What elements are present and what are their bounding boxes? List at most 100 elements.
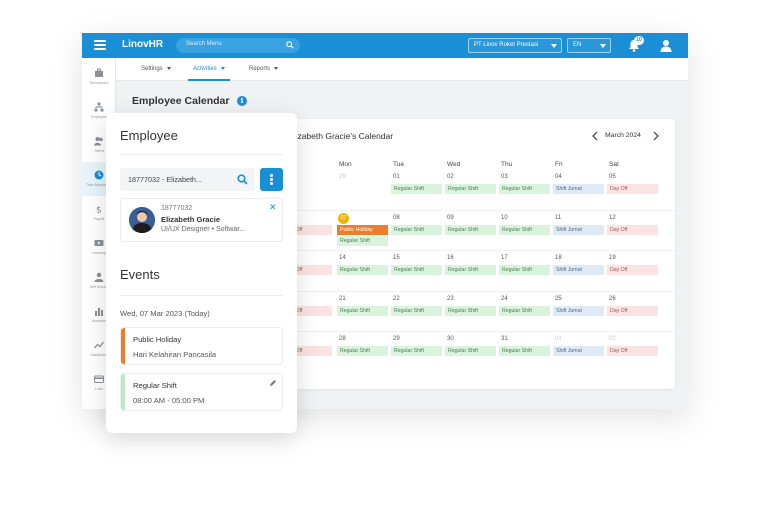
day-number[interactable]: 25 — [555, 296, 562, 302]
employee-heading: Employee — [120, 128, 178, 143]
day-number[interactable]: 01 — [393, 174, 400, 180]
shift-chip[interactable]: Regular Shift — [499, 184, 550, 194]
shift-chip[interactable]: Regular Shift — [391, 265, 442, 275]
weekday-header: Thu — [501, 161, 513, 168]
shift-chip[interactable]: Shift Jumat — [553, 346, 604, 356]
shift-chip[interactable]: Regular Shift — [499, 265, 550, 275]
shift-chip[interactable]: Regular Shift — [391, 184, 442, 194]
shift-chip[interactable]: Regular Shift — [499, 346, 550, 356]
shift-chip[interactable]: Regular Shift — [391, 346, 442, 356]
weekday-header: Sat — [609, 161, 619, 168]
shift-chip[interactable]: Day Off — [607, 265, 658, 275]
day-number[interactable]: 09 — [447, 215, 454, 221]
shift-chip[interactable]: Public Holiday — [337, 225, 388, 235]
search-placeholder: Search Menu — [186, 41, 222, 47]
shift-chip[interactable]: Regular Shift — [445, 265, 496, 275]
day-number[interactable]: 14 — [339, 255, 346, 261]
avatar — [129, 207, 155, 233]
weekday-header: Fri — [555, 161, 563, 168]
tab-reports[interactable]: Reports — [249, 66, 279, 72]
employee-name: Elizabeth Gracie — [161, 215, 221, 224]
employee-search-input[interactable]: 18777032 - Elizabeth... — [120, 168, 255, 191]
day-number[interactable]: 08 — [393, 215, 400, 221]
top-bar: LinovHR Search Menu PT Linov Roket Prest… — [82, 33, 688, 58]
search-menu-input[interactable]: Search Menu — [176, 38, 300, 53]
close-icon[interactable]: ✕ — [269, 202, 277, 213]
week-divider — [282, 250, 675, 251]
chevron-down-icon — [166, 66, 171, 70]
more-options-button[interactable] — [260, 168, 283, 191]
company-select[interactable]: PT Linov Roket Prestasi — [468, 38, 562, 53]
hamburger-menu-icon[interactable] — [94, 40, 106, 50]
shift-chip[interactable]: Regular Shift — [391, 225, 442, 235]
tab-settings[interactable]: Settings — [141, 66, 171, 72]
card-icon — [94, 375, 104, 383]
sidebar-item-recruitment[interactable]: Recruitment — [82, 60, 116, 94]
shift-chip[interactable]: Regular Shift — [445, 225, 496, 235]
shift-chip[interactable]: Regular Shift — [499, 306, 550, 316]
today-day-number[interactable]: 07 — [338, 213, 349, 224]
svg-text:$: $ — [96, 206, 102, 215]
chevron-right-icon[interactable] — [652, 131, 660, 141]
day-number[interactable]: 23 — [447, 296, 454, 302]
day-number[interactable]: 01 — [555, 336, 562, 342]
language-select[interactable]: EN — [567, 38, 611, 53]
shift-chip[interactable]: Regular Shift — [337, 265, 388, 275]
shift-chip[interactable]: Regular Shift — [499, 225, 550, 235]
shift-chip[interactable]: Regular Shift — [445, 184, 496, 194]
shift-chip[interactable]: Regular Shift — [391, 306, 442, 316]
shift-chip[interactable]: Regular Shift — [337, 236, 388, 246]
pencil-icon[interactable] — [269, 379, 277, 387]
day-number[interactable]: 02 — [447, 174, 454, 180]
day-number[interactable]: 11 — [555, 215, 561, 221]
day-number[interactable]: 16 — [447, 255, 454, 261]
day-number[interactable]: 29 — [393, 336, 400, 342]
user-icon[interactable] — [660, 39, 672, 52]
shift-chip[interactable]: Shift Jumat — [553, 184, 604, 194]
day-number[interactable]: 15 — [393, 255, 400, 261]
event-title: Public Holiday — [133, 335, 182, 344]
search-icon[interactable] — [237, 174, 248, 185]
shift-chip[interactable]: Shift Jumat — [553, 265, 604, 275]
day-number[interactable]: 29 — [339, 174, 346, 180]
shift-chip[interactable]: Shift Jumat — [553, 306, 604, 316]
shift-chip[interactable]: Regular Shift — [337, 346, 388, 356]
shift-chip[interactable]: Day Off — [607, 225, 658, 235]
day-number[interactable]: 31 — [501, 336, 508, 342]
day-number[interactable]: 26 — [609, 296, 616, 302]
tab-activities[interactable]: Activities — [193, 66, 225, 72]
calendar-month: March 2024 — [605, 132, 641, 139]
day-number[interactable]: 19 — [609, 255, 616, 261]
day-number[interactable]: 04 — [555, 174, 562, 180]
day-number[interactable]: 18 — [555, 255, 562, 261]
weekday-header: Tue — [393, 161, 404, 168]
info-icon[interactable]: i — [237, 96, 247, 106]
chevron-left-icon[interactable] — [591, 131, 599, 141]
day-number[interactable]: 22 — [393, 296, 400, 302]
shift-chip[interactable]: Regular Shift — [337, 306, 388, 316]
tab-label: Activities — [193, 66, 217, 72]
shift-chip[interactable]: Day Off — [607, 306, 658, 316]
shift-chip[interactable]: Regular Shift — [445, 346, 496, 356]
weekday-header: Wed — [447, 161, 461, 168]
shift-chip[interactable]: Shift Jumat — [553, 225, 604, 235]
notification-badge: 10 — [634, 36, 644, 45]
day-number[interactable]: 21 — [339, 296, 346, 302]
shift-chip[interactable]: Day Off — [607, 346, 658, 356]
day-number[interactable]: 10 — [501, 215, 508, 221]
shift-chip[interactable]: Regular Shift — [445, 306, 496, 316]
day-number[interactable]: 03 — [501, 174, 508, 180]
day-number[interactable]: 17 — [501, 255, 508, 261]
day-number[interactable]: 05 — [609, 174, 616, 180]
tab-label: Settings — [141, 66, 163, 72]
day-number[interactable]: 02 — [609, 336, 616, 342]
day-number[interactable]: 28 — [339, 336, 346, 342]
event-card-public-holiday[interactable]: Public Holiday Hari Kelahiran Pancasila — [120, 327, 283, 365]
day-number[interactable]: 12 — [609, 215, 616, 221]
shift-chip[interactable]: Day Off — [607, 184, 658, 194]
page-title: Employee Calendar — [132, 95, 230, 107]
day-number[interactable]: 24 — [501, 296, 508, 302]
dot-icon — [270, 174, 273, 177]
day-number[interactable]: 30 — [447, 336, 454, 342]
event-card-regular-shift[interactable]: Regular Shift 08:00 AM - 05:00 PM — [120, 373, 283, 411]
